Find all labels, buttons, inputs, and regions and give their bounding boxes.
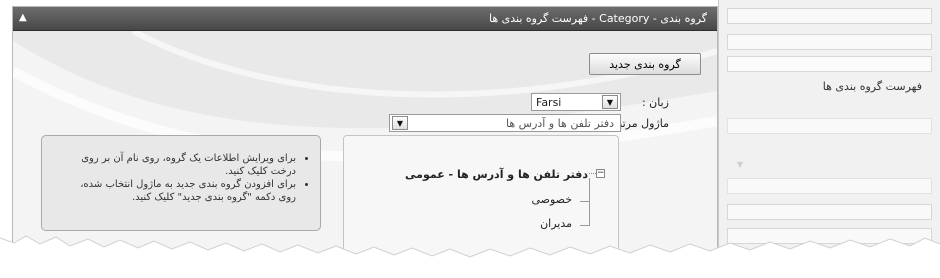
chevron-down-icon[interactable]: ▼: [602, 95, 618, 109]
category-panel: ▲ گروه بندی - Category - فهرست گروه بندی…: [12, 6, 718, 278]
module-select-value: دفتر تلفن ها و آدرس ها: [506, 117, 614, 130]
right-sidebar: فهرست گروه بندی ها ▼: [718, 0, 940, 278]
language-select[interactable]: Farsi ▼: [531, 93, 621, 111]
sidebar-row[interactable]: [727, 8, 932, 24]
collapse-node-icon[interactable]: −: [596, 169, 605, 178]
tree-connector: [580, 225, 589, 226]
sidebar-row[interactable]: [727, 34, 932, 50]
help-item: برای ویرایش اطلاعات یک گروه، روی نام آن …: [60, 152, 296, 178]
category-tree: − دفتر تلفن ها و آدرس ها - عمومی خصوصی م…: [343, 135, 619, 278]
tree-connector: [580, 201, 589, 202]
chevron-down-icon[interactable]: ▼: [737, 160, 743, 169]
panel-titlebar: ▲ گروه بندی - Category - فهرست گروه بندی…: [13, 7, 717, 31]
module-select[interactable]: دفتر تلفن ها و آدرس ها ▼: [389, 114, 621, 132]
tree-node[interactable]: مدیران: [540, 217, 572, 230]
tree-connector: [589, 173, 596, 174]
new-category-button[interactable]: گروه بندی جدید: [589, 53, 701, 75]
panel-title: گروه بندی - Category - فهرست گروه بندی ه…: [488, 12, 707, 25]
sidebar-row[interactable]: [727, 228, 932, 244]
tree-connector: [589, 178, 590, 226]
sidebar-item-category-list[interactable]: فهرست گروه بندی ها: [823, 80, 922, 93]
help-box: برای ویرایش اطلاعات یک گروه، روی نام آن …: [41, 135, 321, 231]
sidebar-row[interactable]: [727, 118, 932, 134]
chevron-up-icon[interactable]: ▲: [19, 12, 27, 23]
screenshot: فهرست گروه بندی ها ▼ ▲ گروه بندی - Categ…: [0, 0, 940, 278]
help-list: برای ویرایش اطلاعات یک گروه، روی نام آن …: [60, 152, 310, 204]
language-label: زبان :: [641, 96, 669, 109]
sidebar-row[interactable]: [727, 178, 932, 194]
tree-node[interactable]: خصوصی: [531, 193, 572, 206]
sidebar-row[interactable]: [727, 56, 932, 72]
language-select-value: Farsi: [536, 96, 562, 109]
tree-root-node[interactable]: دفتر تلفن ها و آدرس ها - عمومی: [405, 168, 588, 181]
sidebar-row[interactable]: [727, 204, 932, 220]
help-item: برای افزودن گروه بندی جدید به ماژول انتخ…: [60, 178, 296, 204]
chevron-down-icon[interactable]: ▼: [392, 116, 408, 130]
